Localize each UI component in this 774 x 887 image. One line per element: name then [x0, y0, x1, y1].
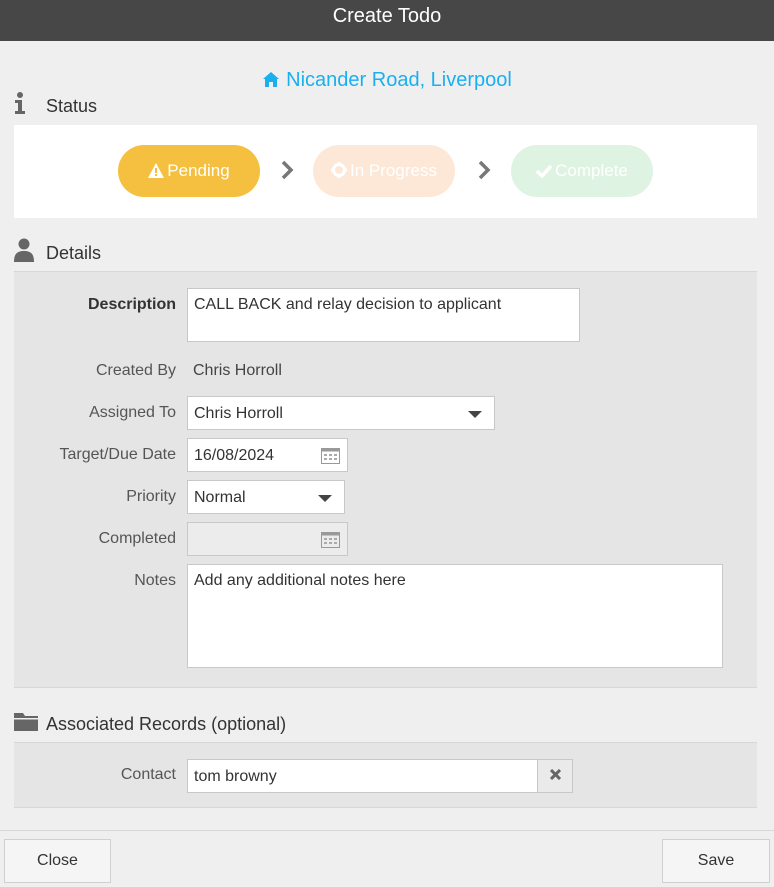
status-heading-label: Status: [46, 96, 98, 116]
priority-value: Normal: [194, 489, 246, 506]
status-step-complete[interactable]: Complete: [511, 145, 653, 197]
description-label: Description: [87, 296, 176, 313]
warning-icon: [148, 147, 165, 199]
close-icon: [550, 769, 561, 780]
notes-label: Notes: [134, 572, 176, 589]
property-address-link[interactable]: Nicander Road, Liverpool: [0, 66, 774, 96]
notes-placeholder: Add any additional notes here: [194, 572, 406, 589]
calendar-icon: [321, 532, 340, 548]
chevron-right-icon: [281, 160, 294, 180]
calendar-icon[interactable]: [321, 447, 340, 464]
description-value: CALL BACK and relay decision to applican…: [194, 296, 502, 313]
clear-contact-button[interactable]: [537, 759, 573, 793]
details-heading: Details: [14, 238, 101, 268]
description-field[interactable]: CALL BACK and relay decision to applican…: [187, 288, 580, 342]
folder-icon: [14, 710, 38, 740]
caret-down-icon: [468, 411, 482, 418]
status-steps: Pending In Progress Complete: [14, 125, 757, 218]
status-step-pending-label: Pending: [167, 161, 230, 180]
house-icon: [262, 68, 280, 96]
target-date-label: Target/Due Date: [59, 446, 176, 463]
check-icon: [535, 147, 553, 199]
notes-field[interactable]: Add any additional notes here: [187, 564, 723, 668]
completed-date-input: [187, 522, 348, 556]
cog-icon: [331, 147, 348, 199]
status-step-complete-label: Complete: [555, 161, 628, 180]
close-button[interactable]: Close: [4, 839, 111, 883]
assigned-to-select[interactable]: Chris Horroll: [187, 396, 495, 430]
created-by-value: Chris Horroll: [193, 362, 282, 379]
contact-input[interactable]: tom browny: [187, 759, 538, 793]
status-step-pending[interactable]: Pending: [118, 145, 260, 197]
user-icon: [14, 238, 38, 271]
chevron-right-icon: [478, 160, 491, 180]
caret-down-icon: [318, 495, 332, 502]
contact-value: tom browny: [194, 768, 277, 785]
status-heading: Status: [14, 91, 97, 121]
target-date-value: 16/08/2024: [194, 447, 275, 464]
priority-select[interactable]: Normal: [187, 480, 345, 514]
contact-label: Contact: [120, 766, 176, 783]
footer-divider: [0, 830, 774, 831]
created-by-label: Created By: [95, 362, 176, 379]
associated-records-heading: Associated Records (optional): [14, 709, 286, 739]
assigned-to-value: Chris Horroll: [194, 405, 283, 422]
priority-label: Priority: [126, 488, 176, 505]
target-date-input[interactable]: 16/08/2024: [187, 438, 348, 472]
assigned-to-label: Assigned To: [89, 404, 176, 421]
property-address-text: Nicander Road, Liverpool: [286, 69, 512, 91]
associated-records-heading-label: Associated Records (optional): [46, 714, 287, 734]
status-step-in-progress-label: In Progress: [350, 161, 437, 180]
details-heading-label: Details: [46, 243, 102, 264]
completed-label: Completed: [98, 530, 176, 547]
status-step-in-progress[interactable]: In Progress: [313, 145, 455, 197]
info-icon: [14, 91, 38, 123]
dialog-title: Create Todo: [0, 0, 774, 41]
save-button[interactable]: Save: [662, 839, 770, 883]
